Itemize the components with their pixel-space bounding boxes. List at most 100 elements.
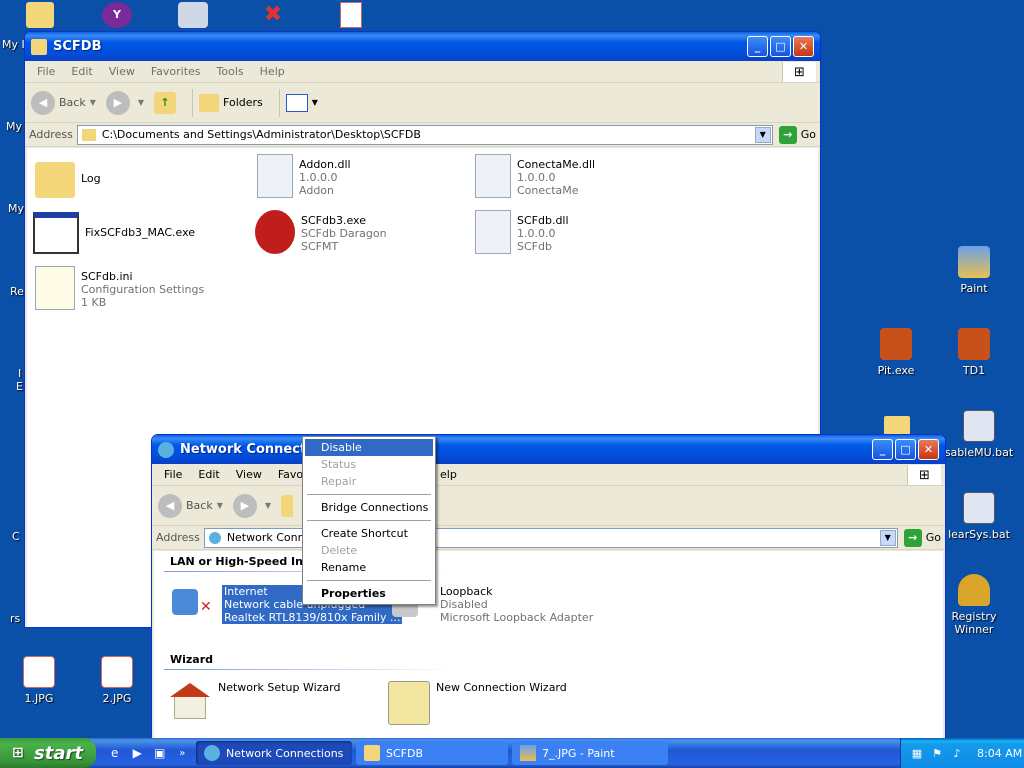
back-button[interactable]: ◀ Back ▼	[158, 493, 223, 518]
desktop-icon-td1[interactable]: TD1	[939, 328, 1009, 377]
start-button[interactable]: ⊞ start	[0, 738, 96, 768]
netconn-content: LAN or High-Speed Inter ✕ Internet Netwo…	[154, 551, 943, 739]
menu-help[interactable]: elp	[432, 468, 465, 481]
address-dropdown-button[interactable]: ▼	[879, 529, 896, 546]
file-item-log[interactable]: Log	[35, 158, 101, 198]
file-item-scfdb-ini[interactable]: SCFdb.ini Configuration Settings 1 KB	[35, 266, 204, 310]
network-tray-icon[interactable]: ▦	[909, 745, 925, 761]
media-player-icon[interactable]: ▶	[129, 744, 147, 762]
menu-item-disable[interactable]: Disable	[305, 439, 433, 456]
up-folder-button[interactable]	[281, 494, 294, 517]
desktop-cut-label: Re	[10, 285, 24, 298]
desktop-icon-pit-exe[interactable]: Pit.exe	[861, 328, 931, 377]
folders-button[interactable]: Folders	[199, 93, 263, 112]
address-input[interactable]: C:\Documents and Settings\Administrator\…	[76, 124, 773, 145]
desktop-icon-sablemu-bat[interactable]: sableMU.bat	[939, 410, 1019, 459]
back-button[interactable]: ◀ Back ▼	[31, 90, 96, 115]
menu-edit[interactable]: Edit	[63, 65, 100, 78]
minimize-button[interactable]: _	[872, 439, 893, 460]
yahoo-messenger-icon[interactable]: Y	[102, 2, 132, 28]
taskbar: ⊞ start e ▶ ▣ » Network Connections SCFD…	[0, 738, 1024, 768]
desktop-icon-2-jpg[interactable]: 2.JPG	[82, 656, 152, 705]
file-item-conectame-dll[interactable]: ConectaMe.dll 1.0.0.0 ConectaMe	[475, 154, 595, 198]
file-item-scfdb3-exe[interactable]: SCFdb3.exe SCFdb Daragon SCFMT	[255, 210, 387, 254]
desktop-icon-1-jpg[interactable]: 1.JPG	[4, 656, 74, 705]
network-adapter-disconnected-icon: ✕	[170, 585, 216, 629]
address-dropdown-button[interactable]: ▼	[754, 126, 771, 143]
file-item-scfdb-dll[interactable]: SCFdb.dll 1.0.0.0 SCFdb	[475, 210, 569, 254]
menu-file[interactable]: File	[156, 468, 190, 481]
menu-item-status[interactable]: Status	[305, 456, 433, 473]
batch-file-icon	[963, 492, 995, 524]
maximize-button[interactable]: □	[770, 36, 791, 57]
menu-item-delete[interactable]: Delete	[305, 542, 433, 559]
chevron-down-icon: ▼	[264, 501, 272, 510]
task-scfdb[interactable]: SCFDB	[356, 741, 508, 765]
menu-item-create-shortcut[interactable]: Create Shortcut	[305, 525, 433, 542]
go-button[interactable]: → Go	[903, 528, 941, 547]
menu-item-properties[interactable]: Properties	[305, 585, 433, 602]
desktop-icon-registry-winner[interactable]: Registry Winner	[939, 574, 1009, 636]
menu-view[interactable]: View	[101, 65, 143, 78]
wizard-network-setup[interactable]: Network Setup Wizard	[170, 681, 340, 725]
menu-file[interactable]: File	[29, 65, 63, 78]
menu-help[interactable]: Help	[252, 65, 293, 78]
desktop-cut-label: E	[16, 380, 23, 393]
close-button[interactable]: ✕	[793, 36, 814, 57]
menu-tools[interactable]: Tools	[209, 65, 252, 78]
internet-explorer-icon[interactable]: e	[106, 744, 124, 762]
chevron-down-icon: ▼	[216, 501, 223, 510]
up-folder-button[interactable]: ↑	[154, 91, 177, 114]
desktop-cut-label: C	[12, 530, 20, 543]
up-arrow-icon: ↑	[154, 91, 177, 114]
netconn-titlebar[interactable]: Network Connection _ □ ✕	[152, 435, 945, 464]
menu-separator	[307, 520, 431, 521]
language-tray-icon[interactable]: ⚑	[929, 745, 945, 761]
close-button[interactable]: ✕	[918, 439, 939, 460]
toolbar-separator	[278, 88, 280, 117]
menu-item-rename[interactable]: Rename	[305, 559, 433, 576]
network-connections-icon	[204, 745, 220, 761]
file-item-addon-dll[interactable]: Addon.dll 1.0.0.0 Addon	[257, 154, 351, 198]
pit-exe-icon	[880, 328, 912, 360]
forward-arrow-icon: ▶	[105, 90, 130, 115]
menu-item-bridge-connections[interactable]: Bridge Connections	[305, 499, 433, 516]
forward-button[interactable]: ▶ ▼	[232, 493, 272, 518]
section-lan-header: LAN or High-Speed Inter	[170, 555, 322, 568]
folder-icon[interactable]	[884, 416, 910, 436]
netconn-address-bar: Address Network Connec ▼ → Go	[152, 526, 945, 550]
show-desktop-icon[interactable]: ▣	[151, 744, 169, 762]
desktop-icon-paint[interactable]: Paint	[939, 246, 1009, 295]
cd-program-icon[interactable]	[178, 2, 208, 28]
wizard-new-connection[interactable]: New Connection Wizard	[388, 681, 567, 725]
menu-item-repair[interactable]: Repair	[305, 473, 433, 490]
batch-file-icon	[963, 410, 995, 442]
network-connections-window[interactable]: Network Connection _ □ ✕ File Edit View …	[151, 434, 946, 740]
maximize-button[interactable]: □	[895, 439, 916, 460]
chevron-down-icon: ▼	[137, 98, 145, 107]
menu-edit[interactable]: Edit	[190, 468, 227, 481]
volume-tray-icon[interactable]: ♪	[949, 745, 965, 761]
go-button[interactable]: → Go	[778, 125, 816, 144]
chevron-right-icon[interactable]: »	[174, 744, 192, 762]
desktop-cut-label: I	[18, 367, 22, 380]
task-paint[interactable]: 7_.JPG - Paint	[512, 741, 668, 765]
folder-icon	[35, 162, 75, 198]
jpg-file-icon[interactable]	[340, 2, 362, 28]
task-network-connections[interactable]: Network Connections	[196, 741, 352, 765]
scfdb-titlebar[interactable]: SCFDB _ □ ✕	[25, 32, 820, 61]
file-item-fixscfdb3-mac-exe[interactable]: FixSCFdb3_MAC.exe	[33, 212, 195, 254]
clock[interactable]: 8:04 AM	[977, 747, 1022, 760]
desktop-cut-label: rs	[10, 612, 21, 625]
folder-icon[interactable]	[26, 2, 54, 28]
minimize-button[interactable]: _	[747, 36, 768, 57]
back-arrow-icon: ◀	[31, 90, 55, 115]
desktop-icon-learsys-bat[interactable]: learSys.bat	[939, 492, 1019, 541]
forward-button[interactable]: ▶ ▼	[105, 90, 145, 115]
tools-icon[interactable]: ✖	[258, 2, 288, 28]
window-title: SCFDB	[53, 39, 102, 54]
menu-favorites[interactable]: Favorites	[143, 65, 209, 78]
menu-view[interactable]: View	[228, 468, 270, 481]
views-button[interactable]: ▼	[285, 93, 318, 112]
ini-settings-icon	[35, 266, 75, 310]
